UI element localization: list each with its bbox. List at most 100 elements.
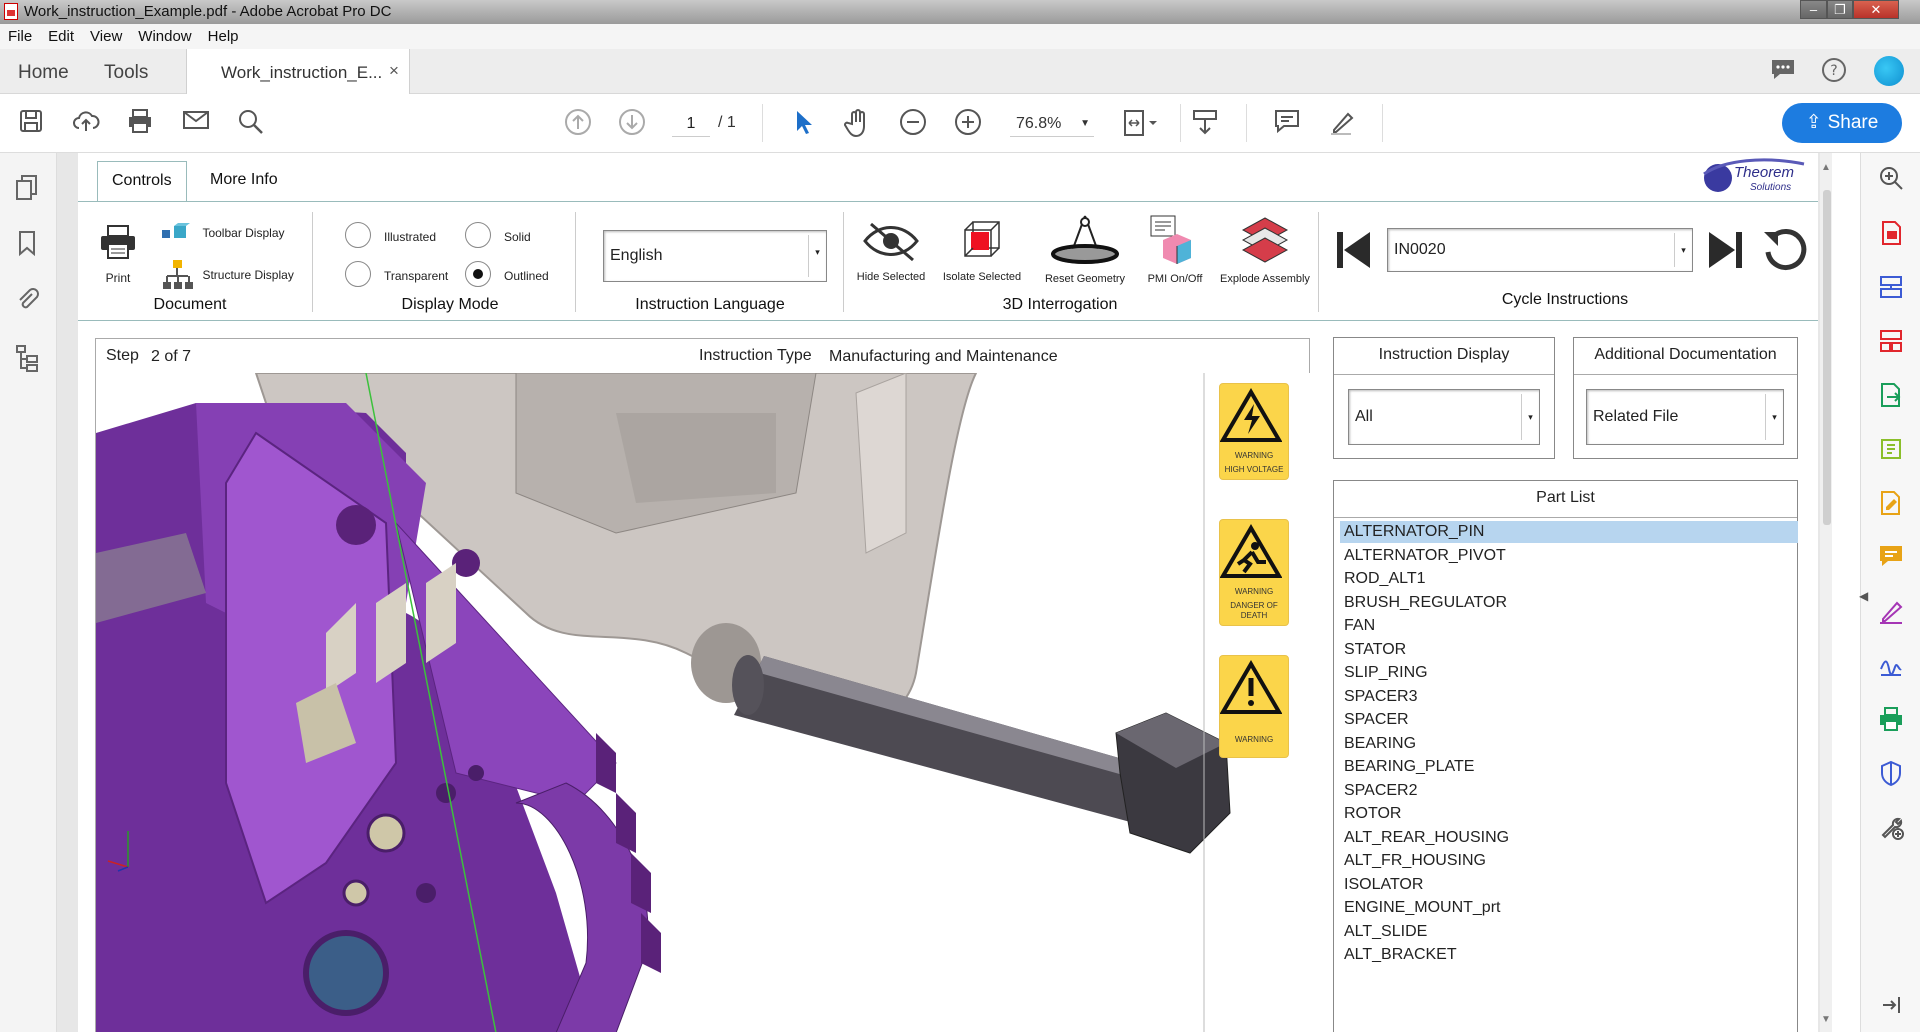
- search-icon[interactable]: [236, 108, 266, 138]
- part-list-item[interactable]: ALTERNATOR_PIN: [1340, 521, 1798, 543]
- combine-files-icon[interactable]: [1876, 273, 1906, 303]
- protect-shield-icon[interactable]: [1876, 759, 1906, 789]
- part-list-item[interactable]: ALT_REAR_HOUSING: [1340, 827, 1798, 849]
- first-instruction-button[interactable]: [1334, 228, 1374, 277]
- menu-file[interactable]: File: [0, 24, 40, 45]
- last-instruction-button[interactable]: [1705, 228, 1745, 277]
- part-list-item[interactable]: SPACER: [1340, 709, 1798, 731]
- share-button[interactable]: ⇪ Share: [1782, 103, 1902, 143]
- bookmarks-icon[interactable]: [12, 229, 42, 259]
- scroll-down-arrow[interactable]: ▼: [1821, 1014, 1831, 1025]
- send-for-signature-icon[interactable]: [1876, 651, 1906, 681]
- scrollbar-thumb[interactable]: [1823, 190, 1831, 525]
- collapse-pane-icon[interactable]: [1876, 993, 1906, 1023]
- transparent-radio[interactable]: [345, 261, 371, 287]
- upload-cloud-icon[interactable]: [71, 108, 101, 138]
- comment-icon[interactable]: [1876, 543, 1906, 573]
- hand-tool-icon[interactable]: [843, 108, 873, 138]
- tab-more-info[interactable]: More Info: [196, 161, 292, 202]
- attachments-icon[interactable]: [12, 285, 42, 315]
- restart-cycle-button[interactable]: [1760, 224, 1810, 279]
- menu-window[interactable]: Window: [130, 24, 199, 45]
- maximize-button[interactable]: ❐: [1827, 0, 1853, 19]
- page-thumbnails-icon[interactable]: [12, 173, 42, 203]
- tab-document[interactable]: Work_instruction_E... ×: [186, 49, 410, 94]
- outlined-radio[interactable]: [465, 261, 491, 287]
- part-list-item[interactable]: SPACER3: [1340, 686, 1798, 708]
- menu-edit[interactable]: Edit: [40, 24, 82, 45]
- tab-tools[interactable]: Tools: [104, 62, 148, 84]
- sticky-note-icon[interactable]: [1272, 108, 1302, 138]
- part-list-item[interactable]: ALT_FR_HOUSING: [1340, 850, 1798, 872]
- pdf-file-icon: [4, 3, 18, 20]
- reset-geometry-button[interactable]: Reset Geometry: [1040, 212, 1130, 285]
- part-list-item[interactable]: ROD_ALT1: [1340, 568, 1798, 590]
- email-icon[interactable]: [181, 108, 211, 138]
- tab-home[interactable]: Home: [18, 62, 69, 84]
- part-list-item[interactable]: BEARING_PLATE: [1340, 756, 1798, 778]
- part-list-item[interactable]: SPACER2: [1340, 780, 1798, 802]
- user-avatar[interactable]: [1874, 56, 1904, 86]
- close-window-button[interactable]: ✕: [1853, 0, 1899, 19]
- part-list-item[interactable]: STATOR: [1340, 639, 1798, 661]
- warning-high-voltage-sign: WARNING HIGH VOLTAGE: [1219, 383, 1289, 480]
- organize-pages-icon[interactable]: [1876, 327, 1906, 357]
- previous-page-icon[interactable]: [563, 108, 593, 138]
- part-list-item[interactable]: ENGINE_MOUNT_prt: [1340, 897, 1798, 919]
- print-icon[interactable]: [125, 108, 155, 138]
- menu-view[interactable]: View: [82, 24, 130, 45]
- solid-radio[interactable]: [465, 222, 491, 248]
- part-list-item[interactable]: BRUSH_REGULATOR: [1340, 592, 1798, 614]
- more-tools-icon[interactable]: [1876, 813, 1906, 843]
- part-list-item[interactable]: BEARING: [1340, 733, 1798, 755]
- warning-subtext: HIGH VOLTAGE: [1224, 465, 1284, 474]
- fill-sign-doc-icon[interactable]: [1876, 489, 1906, 519]
- model-tree-icon[interactable]: [12, 343, 42, 373]
- select-pointer-icon[interactable]: [788, 108, 818, 138]
- pmi-toggle-button[interactable]: PMI On/Off: [1140, 212, 1210, 285]
- zoom-level-select[interactable]: 76.8% ▼: [1010, 111, 1094, 137]
- highlight-pen-icon[interactable]: [1327, 108, 1357, 138]
- illustrated-radio[interactable]: [345, 222, 371, 248]
- page-fit-icon[interactable]: [1122, 108, 1162, 138]
- instruction-id-select[interactable]: IN0020 ▾: [1387, 228, 1693, 272]
- print-production-icon[interactable]: [1876, 705, 1906, 735]
- print-button[interactable]: Print: [98, 224, 138, 285]
- toolbar-display-button[interactable]: Toolbar Display: [160, 222, 285, 244]
- next-page-icon[interactable]: [617, 108, 647, 138]
- scroll-mode-icon[interactable]: [1190, 108, 1220, 138]
- explode-assembly-button[interactable]: Explode Assembly: [1220, 212, 1310, 285]
- 3d-model-viewer[interactable]: WARNING HIGH VOLTAGE WARNING DANGER OF D…: [95, 373, 1310, 1032]
- save-icon[interactable]: [16, 108, 46, 138]
- scroll-up-arrow[interactable]: ▲: [1821, 162, 1831, 173]
- export-pdf-icon[interactable]: [1876, 381, 1906, 411]
- zoom-out-icon[interactable]: [898, 108, 928, 138]
- help-icon[interactable]: ?: [1820, 57, 1848, 85]
- part-list-item[interactable]: ALT_BRACKET: [1340, 944, 1798, 966]
- part-list-item[interactable]: ALTERNATOR_PIVOT: [1340, 545, 1798, 567]
- structure-display-button[interactable]: Structure Display: [160, 258, 294, 292]
- edit-pdf-icon[interactable]: [1876, 435, 1906, 465]
- page-total: / 1: [718, 114, 736, 131]
- expand-right-icon[interactable]: ◀: [1859, 589, 1868, 603]
- create-pdf-icon[interactable]: [1876, 219, 1906, 249]
- tab-controls[interactable]: Controls: [97, 161, 187, 202]
- part-list-item[interactable]: ALT_SLIDE: [1340, 921, 1798, 943]
- comment-bubble-icon[interactable]: [1769, 57, 1797, 85]
- menu-help[interactable]: Help: [200, 24, 247, 45]
- part-list-item[interactable]: ISOLATOR: [1340, 874, 1798, 896]
- fill-and-sign-icon[interactable]: [1876, 597, 1906, 627]
- part-list-item[interactable]: FAN: [1340, 615, 1798, 637]
- instruction-display-select[interactable]: All ▾: [1348, 389, 1540, 445]
- related-file-select[interactable]: Related File ▾: [1586, 389, 1784, 445]
- zoom-in-icon[interactable]: [953, 108, 983, 138]
- page-number-input[interactable]: 1: [672, 111, 710, 137]
- close-tab-icon[interactable]: ×: [389, 61, 399, 81]
- zoom-search-icon[interactable]: [1876, 165, 1906, 195]
- part-list-item[interactable]: SLIP_RING: [1340, 662, 1798, 684]
- hide-selected-button[interactable]: Hide Selected: [855, 216, 927, 283]
- minimize-button[interactable]: –: [1800, 0, 1827, 19]
- part-list-item[interactable]: ROTOR: [1340, 803, 1798, 825]
- isolate-selected-button[interactable]: Isolate Selected: [940, 216, 1024, 283]
- instruction-language-select[interactable]: English ▾: [603, 230, 827, 282]
